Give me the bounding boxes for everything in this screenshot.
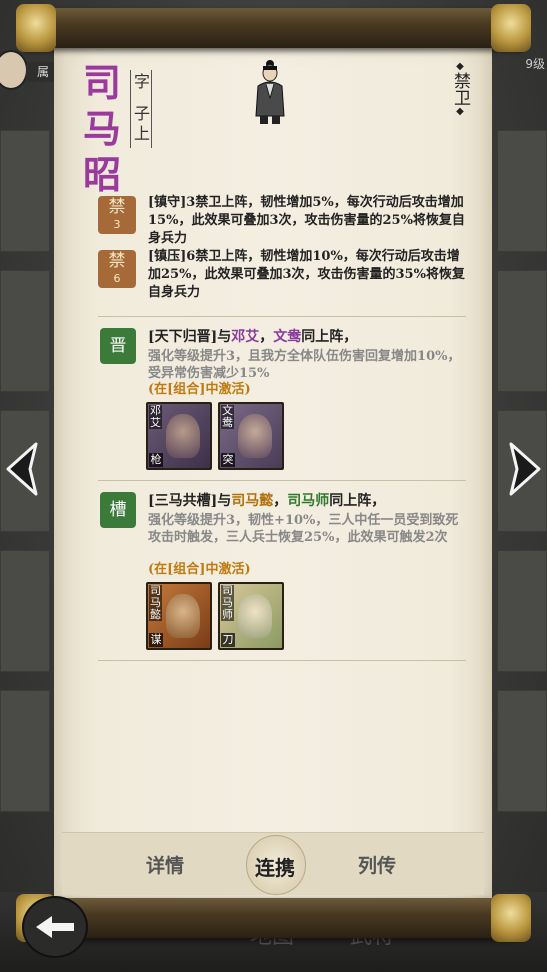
combo-description: 强化等级提升3，且我方全体队伍伤害回复增加10%，受异常伤害减少15% xyxy=(148,349,461,381)
ability-row: 禁 3 [镇守]3禁卫上阵，韧性增加5%，每次行动后攻击增加15%，此效果可叠加… xyxy=(98,195,468,248)
tab-details[interactable]: 详情 xyxy=(146,851,184,878)
unit-class-label: 禁卫 xyxy=(450,72,470,106)
combo-partner[interactable]: 司马懿 xyxy=(231,493,273,509)
scroll-top-roller xyxy=(16,4,531,52)
combo-partner[interactable]: 文鸯 xyxy=(273,329,301,345)
tab-combo[interactable]: 连携 xyxy=(246,835,306,895)
combo-section: 晋 [天下归晋]与邓艾，文鸯同上阵， 强化等级提升3，且我方全体队伍伤害回复增加… xyxy=(98,328,466,478)
background-level: 9级 xyxy=(525,57,545,71)
general-card-simashi[interactable]: 司马师 刀 xyxy=(218,582,284,650)
combo-description: 强化等级提升3，韧性+10%，三人中任一员受到致死攻击时触发，三人兵士恢复25%… xyxy=(148,513,459,545)
combo-section: 槽 [三马共槽]与司马懿，司马师同上阵， 强化等级提升3，韧性+10%，三人中任… xyxy=(98,492,466,652)
combo-title: [天下归晋]与邓艾，文鸯同上阵， xyxy=(148,329,358,345)
hero-name: 司马昭 xyxy=(82,60,121,197)
back-button[interactable] xyxy=(22,896,88,958)
general-card-wenyang[interactable]: 文鸯 突 xyxy=(218,402,284,470)
ability-tag: 禁 6 xyxy=(98,250,136,288)
back-arrow-icon xyxy=(36,916,74,938)
general-card-dengai[interactable]: 邓艾 枪 xyxy=(146,402,212,470)
ability-text: [镇压]6禁卫上阵，韧性增加10%，每次行动后攻击增加25%，此效果可叠加3次，… xyxy=(148,249,465,300)
next-arrow-icon[interactable] xyxy=(503,440,547,498)
hero-portrait-icon xyxy=(255,60,285,124)
combo-activate-hint: (在[组合]中激活) xyxy=(148,562,251,577)
combo-activate-hint: (在[组合]中激活) xyxy=(148,382,251,397)
previous-arrow-icon[interactable] xyxy=(0,440,44,498)
courtesy-name: 子上 xyxy=(134,104,151,143)
tab-bar: 详情 连携 列传 xyxy=(62,832,484,895)
background-avatar xyxy=(0,50,28,90)
ability-text: [镇守]3禁卫上阵，韧性增加5%，每次行动后攻击增加15%，此效果可叠加3次，攻… xyxy=(148,195,465,246)
combo-tag: 槽 xyxy=(100,492,136,528)
divider xyxy=(98,480,466,481)
tab-biography[interactable]: 列传 xyxy=(358,851,396,878)
ability-tag: 禁 3 xyxy=(98,196,136,234)
divider xyxy=(98,316,466,317)
combo-title: [三马共槽]与司马懿，司马师同上阵， xyxy=(148,493,386,509)
combo-partner[interactable]: 司马师 xyxy=(287,493,329,509)
divider xyxy=(98,660,466,661)
ability-row: 禁 6 [镇压]6禁卫上阵，韧性增加10%，每次行动后攻击增加25%，此效果可叠… xyxy=(98,249,468,302)
unit-class: ◆ 禁卫 ◆ xyxy=(450,61,470,118)
courtesy-label: 字 xyxy=(134,72,151,91)
scroll-bottom-roller xyxy=(16,894,531,942)
combo-partner[interactable]: 邓艾 xyxy=(231,329,259,345)
combo-tag: 晋 xyxy=(100,328,136,364)
tab-combo-label: 连携 xyxy=(255,856,295,880)
general-card-simayi[interactable]: 司马懿 谋 xyxy=(146,582,212,650)
